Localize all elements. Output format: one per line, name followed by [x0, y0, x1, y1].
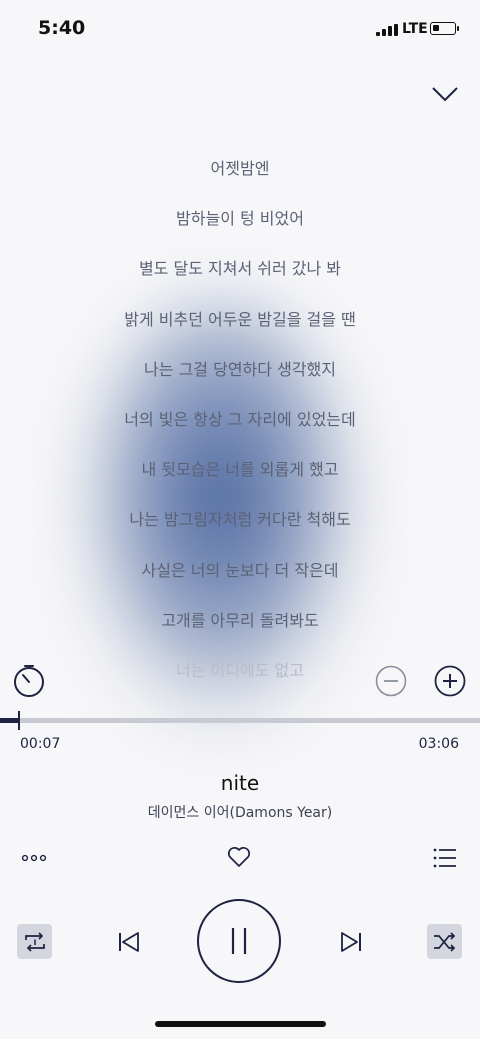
heart-icon[interactable] [227, 846, 251, 872]
status-bar: 5:40 LTE [0, 0, 480, 56]
lyric-line[interactable]: 고개를 아무리 돌려봐도 [0, 602, 480, 652]
lyric-line[interactable]: 너는 어디에도 없고 [0, 652, 480, 702]
plus-circle-icon[interactable] [434, 665, 466, 701]
lyric-line[interactable]: 내 뒷모습은 너를 외롭게 했고 [0, 451, 480, 501]
shuffle-icon [433, 931, 455, 952]
lyric-line[interactable]: 어젯밤엔 [0, 150, 480, 200]
lyric-line[interactable]: 나는 밤그림자처럼 커다란 척해도 [0, 501, 480, 551]
repeat-one-icon [24, 931, 45, 952]
shuffle-button[interactable] [427, 924, 462, 959]
chevron-down-icon[interactable] [430, 80, 460, 108]
timer-icon[interactable] [12, 664, 46, 702]
artist-name[interactable]: 데이먼스 이어(Damons Year) [0, 802, 480, 822]
lyrics-list[interactable]: 어젯밤엔 밤하늘이 텅 비었어 별도 달도 지쳐서 쉬러 갔나 봐 밝게 비추던… [0, 150, 480, 702]
status-time: 5:40 [38, 17, 86, 39]
lyric-line[interactable]: 밝게 비추던 어두운 밤길을 걸을 땐 [0, 301, 480, 351]
lyric-line[interactable]: 별도 달도 지쳐서 쉬러 갔나 봐 [0, 250, 480, 300]
progress-thumb[interactable] [18, 711, 21, 730]
next-icon [341, 932, 361, 952]
previous-icon [119, 932, 139, 952]
lyric-line[interactable]: 나는 그걸 당연하다 생각했지 [0, 351, 480, 401]
next-button[interactable] [338, 929, 364, 955]
pause-button[interactable] [197, 899, 281, 983]
song-title: nite [220, 771, 260, 795]
home-indicator[interactable] [155, 1021, 326, 1027]
network-label: LTE [402, 21, 428, 37]
lyric-line[interactable]: 사실은 너의 눈보다 더 작은데 [0, 552, 480, 602]
lyric-line[interactable]: 너의 빛은 항상 그 자리에 있었는데 [0, 401, 480, 451]
repeat-one-button[interactable] [17, 924, 52, 959]
more-dots-icon[interactable] [21, 850, 47, 869]
signal-icon [376, 24, 398, 36]
lyric-line[interactable]: 밤하늘이 텅 비었어 [0, 200, 480, 250]
progress-bar[interactable] [0, 711, 480, 730]
elapsed-time: 00:07 [20, 736, 61, 752]
pause-icon [231, 928, 247, 954]
playlist-icon[interactable] [433, 847, 457, 873]
previous-button[interactable] [116, 929, 142, 955]
minus-circle-icon[interactable] [375, 665, 407, 701]
total-time: 03:06 [418, 736, 459, 752]
progress-fill [0, 718, 19, 723]
battery-icon [430, 22, 459, 35]
